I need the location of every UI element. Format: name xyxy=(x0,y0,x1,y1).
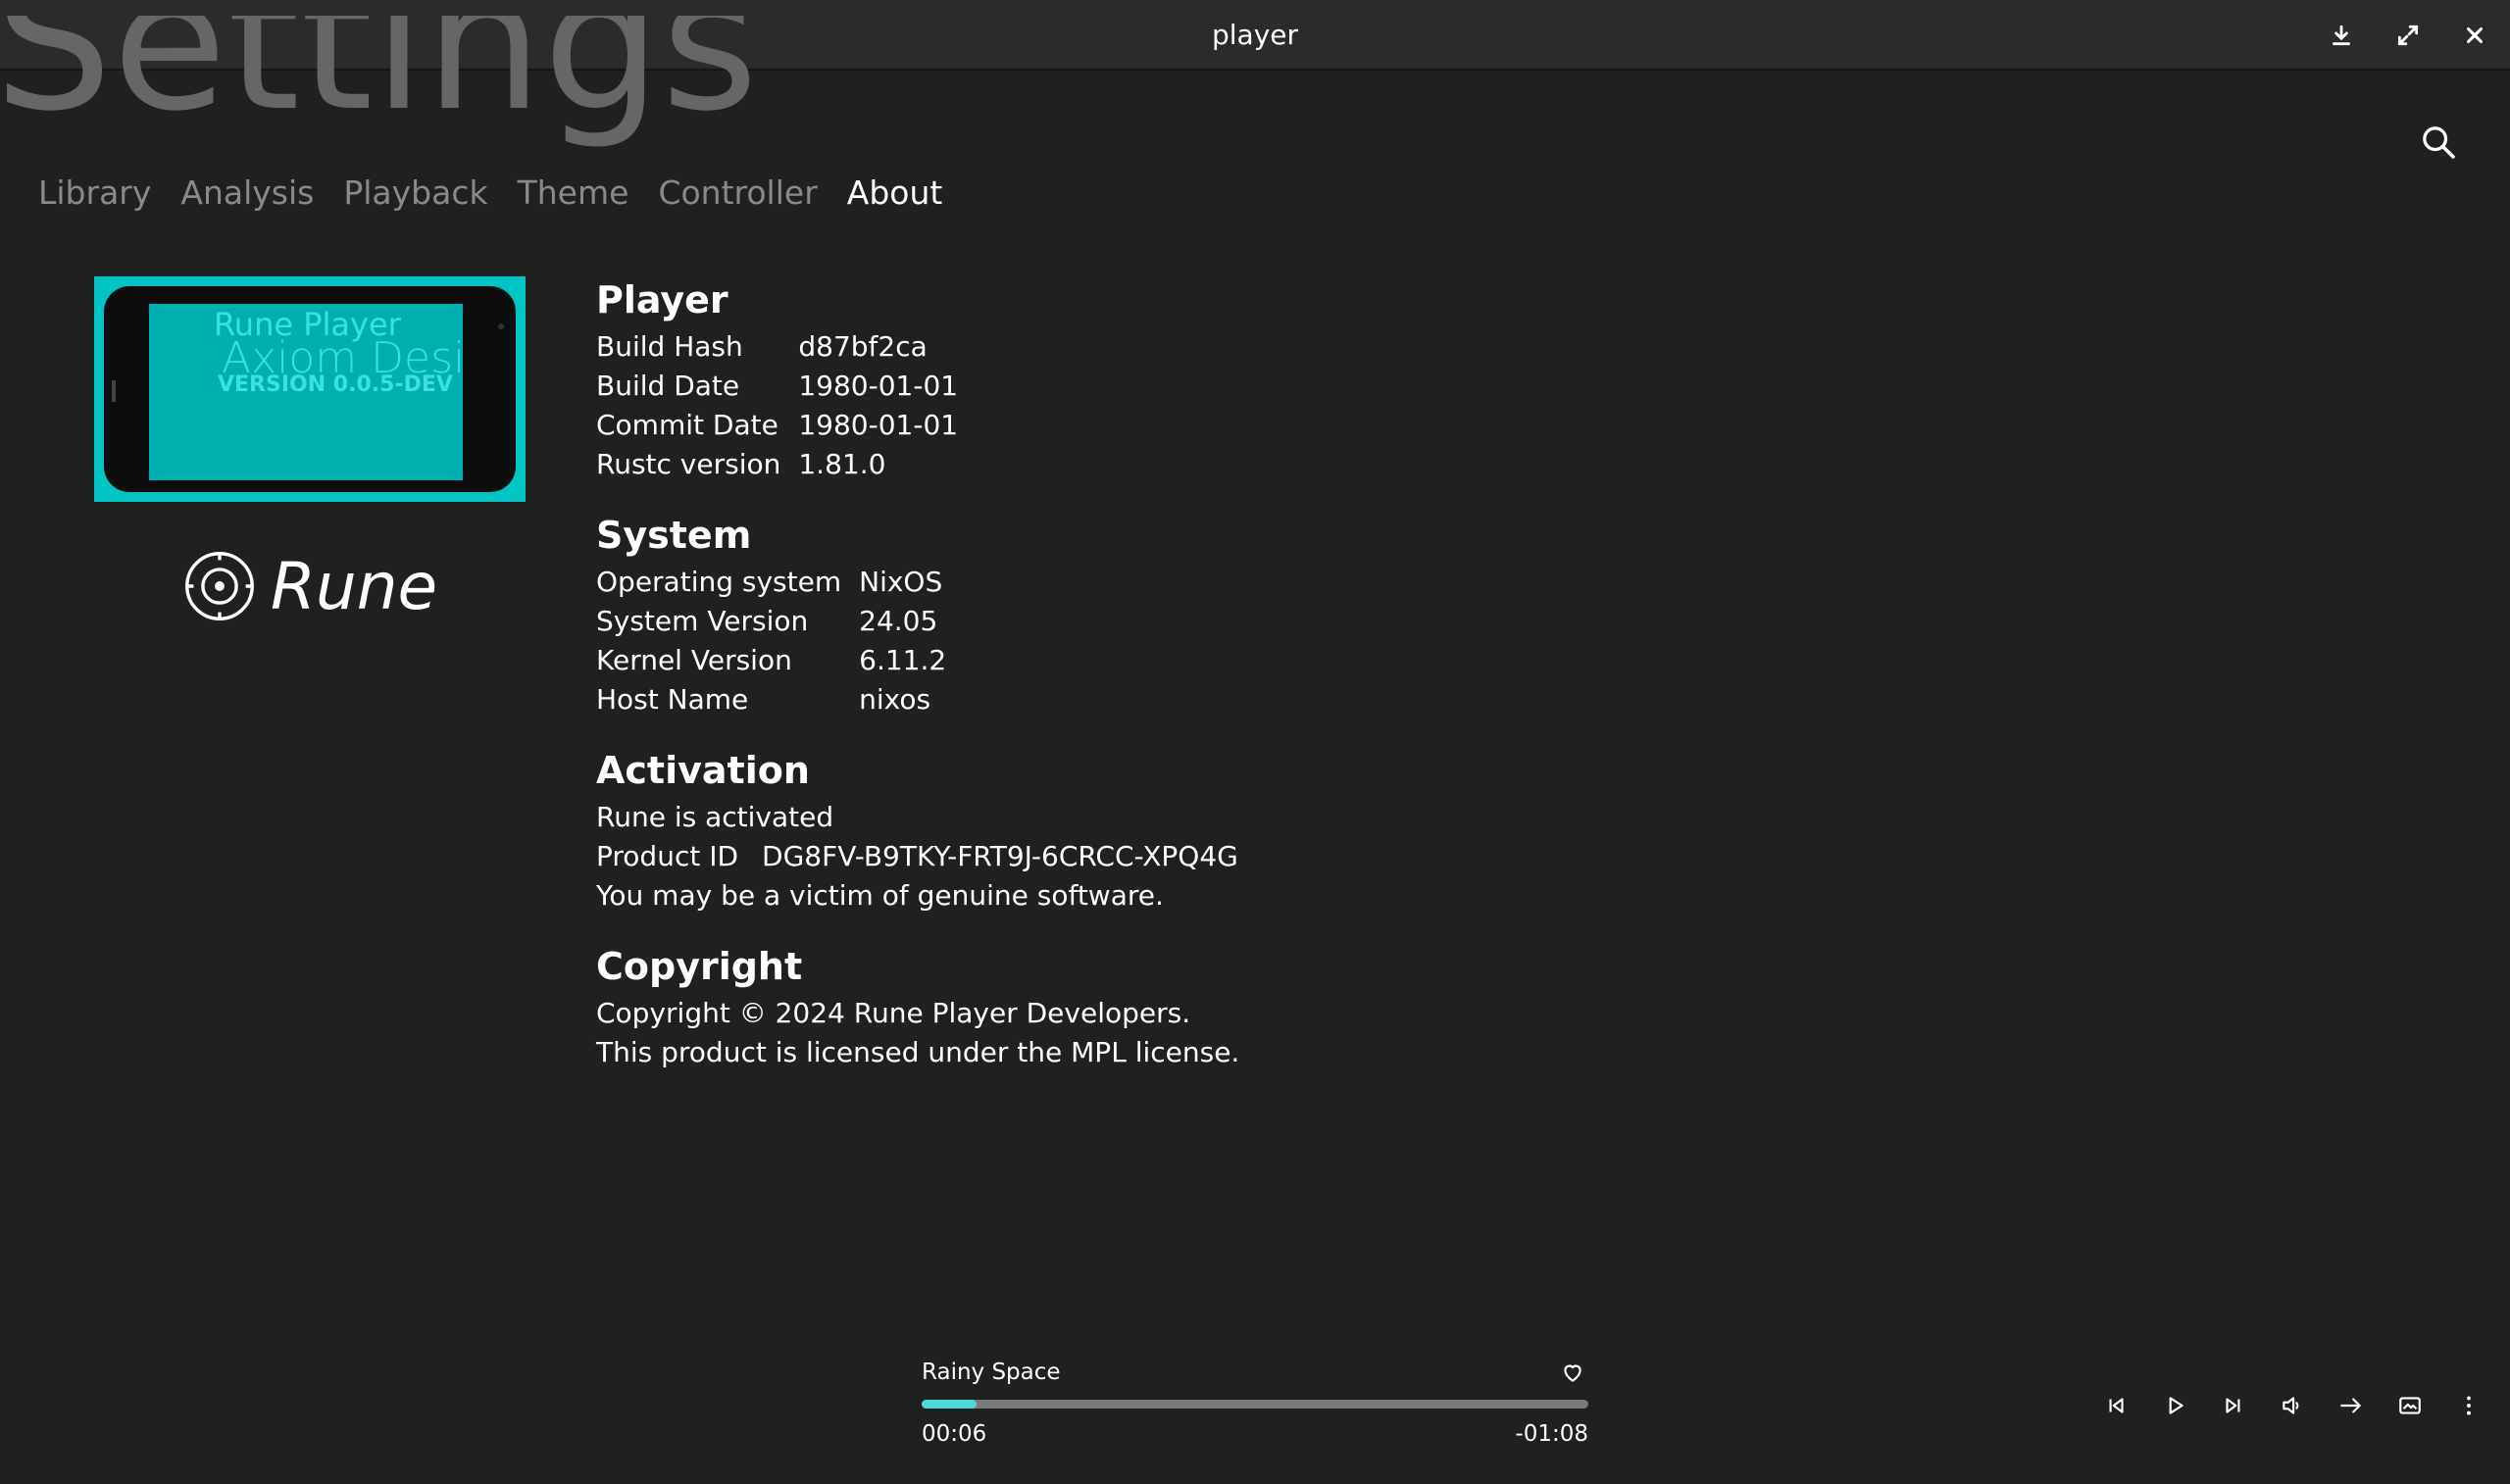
section-player: Player Build Hash d87bf2ca Build Date 19… xyxy=(596,272,1773,484)
play-button[interactable] xyxy=(2145,1382,2204,1429)
about-content: Player Build Hash d87bf2ca Build Date 19… xyxy=(596,272,1773,1096)
splash-line-3: VERSION 0.0.5-DEV xyxy=(218,372,453,397)
info-label: Commit Date xyxy=(596,409,778,441)
section-title: Player xyxy=(596,278,728,322)
activation-note: You may be a victim of genuine software. xyxy=(596,879,1164,912)
product-id-row: Product ID DG8FV-B9TKY-FRT9J-6CRCC-XPQ4G xyxy=(596,837,1773,876)
volume-icon xyxy=(2283,1397,2299,1414)
skip-previous-icon xyxy=(2109,1398,2124,1413)
more-icon xyxy=(2467,1396,2471,1415)
info-label: Build Date xyxy=(596,370,740,402)
now-playing: Rainy Space 00:06 -01:08 xyxy=(922,1353,1588,1460)
device-screen: Rune Player Axiom Design VERSION 0.0.5-D… xyxy=(149,304,463,480)
cover-wall-icon xyxy=(2399,1397,2421,1414)
tab-theme[interactable]: Theme xyxy=(518,169,629,218)
section-title: Activation xyxy=(596,749,810,792)
heart-icon xyxy=(1564,1364,1581,1382)
play-icon xyxy=(2169,1397,2184,1414)
progress-fill xyxy=(922,1400,977,1409)
maximize-icon xyxy=(2397,25,2419,46)
close-button[interactable] xyxy=(2455,16,2494,55)
info-value: 24.05 xyxy=(859,605,938,637)
rune-logo-icon xyxy=(185,552,254,620)
search-button[interactable] xyxy=(2414,118,2463,167)
section-activation: Activation Rune is activated Product ID … xyxy=(596,743,1773,915)
section-title: System xyxy=(596,514,752,557)
close-icon xyxy=(2466,26,2484,44)
info-label: Rustc version xyxy=(596,448,781,480)
info-label: Host Name xyxy=(596,683,749,716)
like-button[interactable] xyxy=(1557,1357,1588,1388)
info-label: Kernel Version xyxy=(596,644,792,676)
brand-name: Rune xyxy=(271,548,438,624)
info-value: nixos xyxy=(859,683,931,716)
track-title: Rainy Space xyxy=(922,1360,1061,1385)
page-heading: Settings xyxy=(0,16,980,173)
tab-controller[interactable]: Controller xyxy=(658,169,817,218)
download-button[interactable] xyxy=(2322,16,2361,55)
info-table: Operating system NixOS System Version 24… xyxy=(596,563,1773,719)
settings-tabs: Library Analysis Playback Theme Controll… xyxy=(38,169,972,218)
page-heading-text: Settings xyxy=(0,16,759,152)
info-value: d87bf2ca xyxy=(798,330,928,363)
license-text: This product is licensed under the MPL l… xyxy=(596,1036,1240,1068)
info-label: Build Hash xyxy=(596,330,743,363)
tab-playback[interactable]: Playback xyxy=(343,169,487,218)
tab-analysis[interactable]: Analysis xyxy=(180,169,314,218)
info-value: 1.81.0 xyxy=(798,448,886,480)
next-button[interactable] xyxy=(2204,1382,2263,1429)
playback-mode-icon xyxy=(2340,1398,2361,1413)
info-value: 1980-01-01 xyxy=(798,409,959,441)
device-camera xyxy=(498,323,504,329)
search-icon xyxy=(2423,126,2455,159)
cover-wall-button[interactable] xyxy=(2381,1382,2439,1429)
volume-button[interactable] xyxy=(2263,1382,2322,1429)
playback-mode-button[interactable] xyxy=(2322,1382,2381,1429)
progress-bar[interactable] xyxy=(922,1400,1588,1409)
info-value: NixOS xyxy=(859,566,943,598)
device-handle xyxy=(112,380,116,402)
maximize-button[interactable] xyxy=(2388,16,2428,55)
previous-button[interactable] xyxy=(2086,1382,2145,1429)
copyright-text: Copyright © 2024 Rune Player Developers. xyxy=(596,997,1191,1029)
section-title: Copyright xyxy=(596,945,803,988)
section-copyright: Copyright Copyright © 2024 Rune Player D… xyxy=(596,939,1773,1072)
info-label: Operating system xyxy=(596,566,842,598)
playback-controls xyxy=(2086,1382,2498,1429)
tab-library[interactable]: Library xyxy=(38,169,151,218)
elapsed-time: 00:06 xyxy=(922,1421,987,1447)
info-value: 1980-01-01 xyxy=(798,370,959,402)
device-illustration: Rune Player Axiom Design VERSION 0.0.5-D… xyxy=(104,286,516,492)
remaining-time: -01:08 xyxy=(1515,1421,1588,1447)
more-button[interactable] xyxy=(2439,1382,2498,1429)
info-table: Build Hash d87bf2ca Build Date 1980-01-0… xyxy=(596,327,1773,484)
splash-image: Rune Player Axiom Design VERSION 0.0.5-D… xyxy=(94,276,526,502)
info-value: 6.11.2 xyxy=(859,644,947,676)
download-icon xyxy=(2333,25,2350,46)
tab-about[interactable]: About xyxy=(847,169,943,218)
info-label: Product ID xyxy=(596,840,739,872)
skip-next-icon xyxy=(2226,1398,2240,1413)
section-system: System Operating system NixOS System Ver… xyxy=(596,508,1773,719)
brand-logo: Rune xyxy=(182,545,437,627)
product-id-value: DG8FV-B9TKY-FRT9J-6CRCC-XPQ4G xyxy=(762,840,1238,872)
activation-status: Rune is activated xyxy=(596,801,834,833)
info-label: System Version xyxy=(596,605,809,637)
